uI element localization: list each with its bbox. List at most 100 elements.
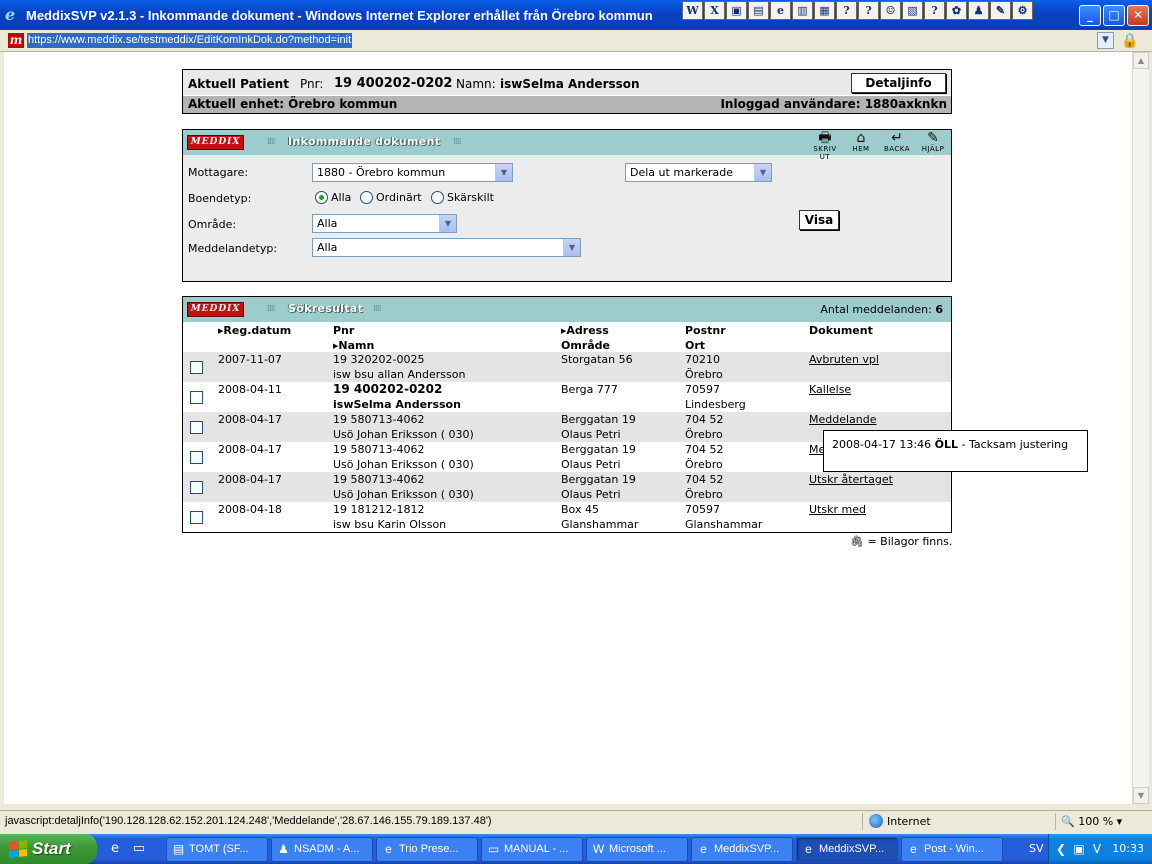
row-ort: Örebro [685,488,723,501]
row-checkbox[interactable] [190,511,203,524]
radio-skarskilt[interactable]: Skärskilt [431,191,494,204]
row-checkbox[interactable] [190,421,203,434]
taskbar-item[interactable]: ♟ NSADM - A... [271,837,373,862]
taskbar-item[interactable]: e MeddixSVP... [691,837,793,862]
row-checkbox[interactable] [190,361,203,374]
document-tooltip: 2008-04-17 13:46 ÖLL - Tacksam justering [823,430,1088,472]
detaljinfo-button[interactable]: Detaljinfo [851,73,946,93]
panel-title: Sökresultat [288,302,364,315]
toolbar-app-icon[interactable]: W [682,1,703,20]
document-link[interactable]: Utskr återtaget [809,472,893,487]
document-link[interactable]: Avbruten vpl [809,352,879,367]
document-link[interactable]: Kallelse [809,382,851,397]
tool-label: BACKA [883,145,911,153]
toolbar-app-icon[interactable]: ☺ [880,1,901,20]
meddelandetyp-select[interactable]: Alla ▼ [312,238,581,257]
header-pnr: Pnr [333,324,355,337]
vertical-scrollbar[interactable]: ▲ ▼ [1132,52,1149,804]
panel-title: Inkommande dokument [288,135,441,148]
action-select[interactable]: Dela ut markerade ▼ [625,163,772,182]
boendetyp-label: Boendetyp: [188,192,252,205]
taskbar-item[interactable]: e Trio Prese... [376,837,478,862]
sort-adress[interactable]: ▶Adress [561,324,609,337]
antivirus-icon[interactable]: V [1089,841,1105,857]
scroll-down-icon[interactable]: ▼ [1133,787,1149,804]
mottagare-select[interactable]: 1880 - Örebro kommun ▼ [312,163,513,182]
url-field[interactable]: https://www.meddix.se/testmeddix/EditKom… [27,33,353,48]
chevron-left-icon[interactable]: ❮ [1053,841,1069,857]
toolbar-app-icon[interactable]: ✎ [990,1,1011,20]
toolbar-app-icon[interactable]: ▣ [726,1,747,20]
zoom-level[interactable]: 🔍 100 % ▾ [1055,813,1150,830]
back-tool[interactable]: ↵ BACKA [881,131,913,161]
chevron-down-icon: ▼ [439,215,456,232]
taskbar-item[interactable]: W Microsoft ... [586,837,688,862]
window-title: MeddixSVP v2.1.3 - Inkommande dokument -… [26,8,653,23]
taskbar-item[interactable]: e Post - Win... [901,837,1003,862]
url-dropdown-icon[interactable]: ▼ [1097,32,1114,49]
close-button[interactable]: ✕ [1127,5,1149,26]
visa-button[interactable]: Visa [799,210,839,230]
home-tool[interactable]: ⌂ HEM [845,131,877,161]
row-address: Berggatan 19 [561,413,636,426]
toolbar-app-icon[interactable]: ▥ [792,1,813,20]
toolbar-app-icon[interactable]: ⚙ [1012,1,1033,20]
document-link[interactable]: Meddelande [809,412,877,427]
row-checkbox[interactable] [190,391,203,404]
toolbar-app-icon[interactable]: ▧ [902,1,923,20]
toolbar-app-icon[interactable]: ? [924,1,945,20]
row-ort: Örebro [685,458,723,471]
print-tool[interactable]: 🖶 SKRIV UT [809,131,841,161]
row-pnr: 19 580713-4062 [333,473,425,486]
folder-quicklaunch-icon[interactable]: ▭ [130,840,148,858]
toolbar-app-icon[interactable]: ♟ [968,1,989,20]
help-icon: ✎ [927,130,939,146]
omrade-select[interactable]: Alla ▼ [312,214,457,233]
taskbar-item[interactable]: e MeddixSVP... [796,837,898,862]
row-ort: Glanshammar [685,518,763,531]
maximize-button[interactable]: □ [1103,5,1125,26]
reg-date: 2008-04-11 [218,383,282,396]
row-address: Storgatan 56 [561,353,633,366]
start-button[interactable]: Start [0,834,97,864]
toolbar-app-icon[interactable]: ▦ [814,1,835,20]
lock-icon[interactable]: 🔒 [1121,33,1138,49]
row-checkbox[interactable] [190,481,203,494]
radio-alla[interactable]: Alla [315,191,351,204]
reg-date: 2008-04-18 [218,503,282,516]
task-icon: ▤ [172,842,185,856]
toolbar-app-icon[interactable]: ✿ [946,1,967,20]
toolbar-app-icon[interactable]: ? [836,1,857,20]
table-row: 2008-04-18 19 181212-1812 isw bsu Karin Ol… [183,502,951,532]
panel-tools: 🖶 SKRIV UT ⌂ HEM ↵ BACKA ✎ HJÄLP [809,131,949,161]
sort-namn[interactable]: ▶Namn [333,339,374,352]
sort-regdatum[interactable]: ▶Reg.datum [218,324,291,337]
row-address: Berggatan 19 [561,473,636,486]
reg-date: 2007-11-07 [218,353,282,366]
task-icon: e [910,842,917,856]
scroll-up-icon[interactable]: ▲ [1133,52,1149,69]
help-tool[interactable]: ✎ HJÄLP [917,131,949,161]
task-label: TOMT (SF... [189,843,249,855]
ie-quicklaunch-icon[interactable]: e [106,840,124,858]
document-link[interactable]: Utskr med [809,502,866,517]
toolbar-app-icon[interactable]: e [770,1,791,20]
network-icon[interactable]: ▣ [1071,841,1087,857]
language-indicator[interactable]: SV [1029,842,1044,855]
taskbar-item[interactable]: ▤ TOMT (SF... [166,837,268,862]
header-ort: Ort [685,339,706,352]
toolbar-app-icon[interactable]: ? [858,1,879,20]
task-label: NSADM - A... [294,843,360,855]
row-checkbox[interactable] [190,451,203,464]
table-row: 2008-04-11 19 400202-0202 iswSelma Anderss… [183,382,951,412]
reg-date: 2008-04-17 [218,473,282,486]
radio-ordinart[interactable]: Ordinärt [360,191,422,204]
results-panel: MEDDIX ⁞⁞⁞⁞ Sökresultat ⁞⁞⁞⁞ Antal medde… [182,296,952,533]
table-row: 2008-04-17 19 580713-4062 Usö Johan Erikss… [183,472,951,502]
toolbar-app-icon[interactable]: X [704,1,725,20]
minimize-button[interactable]: _ [1079,5,1101,26]
taskbar-item[interactable]: ▭ MANUAL - ... [481,837,583,862]
toolbar-app-icon[interactable]: ▤ [748,1,769,20]
taskbar: Start e ▭ ▤ TOMT (SF... ♟ NSADM - A... e Trio… [0,834,1152,864]
message-count: Antal meddelanden: 6 [820,303,943,316]
